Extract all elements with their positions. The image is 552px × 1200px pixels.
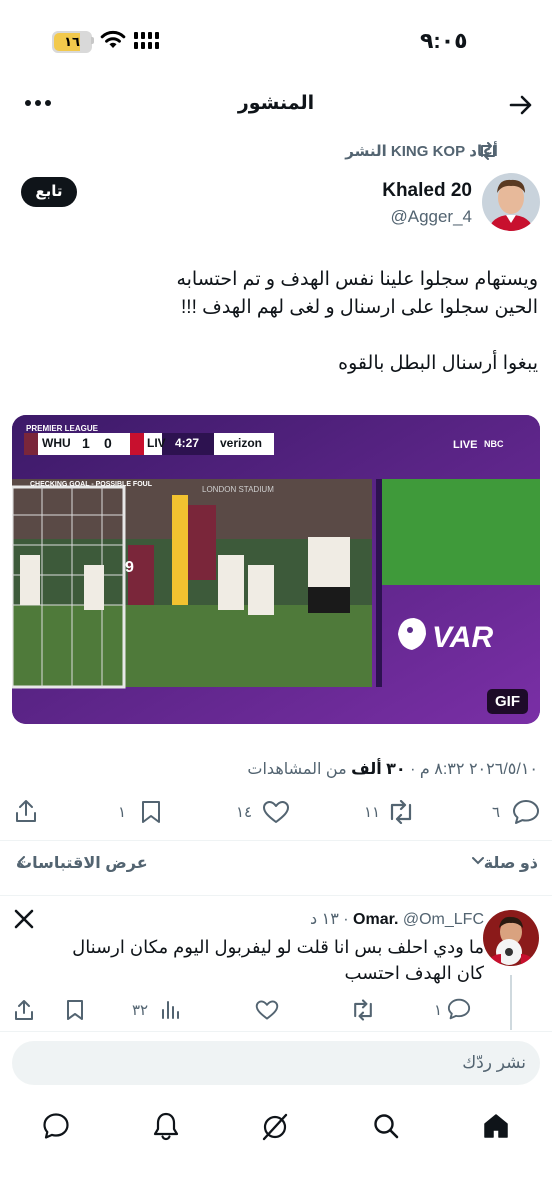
search-icon[interactable]	[372, 1112, 400, 1140]
reply-reply-icon[interactable]	[447, 998, 471, 1020]
reply-reply-count: ١	[434, 1002, 443, 1019]
sponsor-label: verizon	[220, 436, 263, 450]
reply-time: ١٣ د	[310, 911, 339, 928]
share-icon[interactable]	[14, 798, 38, 824]
var-label: VAR	[432, 621, 494, 654]
reply-author-name[interactable]: Omar.	[353, 911, 398, 928]
battery-tip	[91, 37, 94, 44]
reply-share-icon[interactable]	[14, 999, 34, 1021]
views-icon[interactable]	[160, 998, 180, 1020]
player-number: 9	[125, 559, 134, 576]
away-score: 0	[104, 435, 112, 451]
repost-action-icon[interactable]	[386, 800, 416, 824]
live-label: LIVE	[453, 439, 478, 451]
home-icon[interactable]	[482, 1112, 510, 1140]
reply-separator: ·	[343, 911, 349, 928]
reply-bookmark-icon[interactable]	[66, 999, 84, 1021]
home-team: WHU	[42, 436, 71, 450]
reply-count: ٦	[492, 804, 501, 821]
tweet-text-line: الحين سجلوا على ارسنال و لغى لهم الهدف !…	[181, 297, 538, 318]
reply-header: Omar. @Om_LFC · ١٣ د	[310, 909, 484, 929]
view-quotes-link[interactable]: عرض الاقتباسات	[16, 853, 148, 873]
network-label: NBC	[484, 439, 504, 449]
views-count: ٣٠ ألف	[351, 761, 406, 778]
follow-button[interactable]: تابع	[21, 177, 77, 207]
views-label: من المشاهدات	[247, 761, 347, 778]
messages-icon[interactable]	[42, 1112, 70, 1140]
bookmark-count: ١	[118, 804, 127, 821]
reply-like-icon[interactable]	[255, 999, 279, 1021]
check-banner: CHECKING GOAL - POSSIBLE FOUL	[30, 481, 152, 488]
thread-line	[510, 975, 512, 1030]
page-title: المنشور	[237, 93, 315, 114]
author-name[interactable]: Khaled 20	[382, 180, 472, 202]
reply-repost-icon[interactable]	[350, 999, 376, 1021]
like-icon[interactable]	[262, 800, 290, 824]
away-team: LIV	[147, 436, 166, 450]
status-time: ٩:٠٥	[420, 28, 468, 53]
bookmark-icon[interactable]	[140, 799, 162, 825]
match-clock: 4:27	[175, 436, 200, 450]
repost-count: ١١	[364, 804, 381, 821]
tweet-text-line: يبغوا أرسنال البطل بالقوه	[338, 353, 538, 374]
divider	[0, 895, 552, 896]
battery-icon: ١٦	[52, 31, 92, 53]
reply-placeholder: نشر ردّك	[462, 1053, 526, 1072]
gif-badge: GIF	[487, 689, 528, 714]
author-avatar[interactable]	[482, 173, 540, 231]
bell-icon[interactable]	[152, 1111, 180, 1141]
reply-views-count: ٣٢	[132, 1002, 149, 1019]
media-frame	[12, 415, 540, 724]
grok-icon[interactable]	[260, 1112, 290, 1142]
reply-text: ما ودي احلف بس انا قلت لو ليفربول اليوم …	[72, 937, 484, 983]
meta-separator: ·	[410, 761, 416, 778]
back-arrow-icon[interactable]	[509, 94, 533, 116]
competition-label: PREMIER LEAGUE	[26, 424, 99, 433]
divider	[0, 1031, 552, 1032]
author-handle[interactable]: @Agger_4	[390, 207, 472, 227]
divider	[0, 840, 552, 841]
like-count: ١٤	[236, 804, 253, 821]
chevron-down-icon[interactable]	[472, 856, 484, 866]
tweet-text: ويستهام سجلوا علينا نفس الهدف و تم احتسا…	[20, 266, 538, 378]
repost-icon	[478, 142, 498, 160]
wifi-icon	[100, 30, 126, 50]
tweet-media[interactable]: PREMIER LEAGUE WHU 1 0 LIV 4:27 verizon …	[12, 415, 540, 724]
reply-composer[interactable]: نشر ردّك	[12, 1041, 540, 1085]
tweet-meta: ٢٠٢٦/٥/١٠ ٨:٣٢ م · ٣٠ ألف من المشاهدات	[247, 759, 538, 779]
stadium-board: LONDON STADIUM	[202, 485, 274, 494]
tweet-text-line: ويستهام سجلوا علينا نفس الهدف و تم احتسا…	[176, 269, 538, 290]
x-logo-icon	[14, 909, 34, 929]
battery-level: ١٦	[64, 34, 80, 49]
related-label[interactable]: ذو صلة	[484, 853, 538, 873]
reply-avatar[interactable]	[483, 910, 539, 966]
repost-indicator[interactable]: أعاد KING KOP النشر	[345, 142, 498, 160]
chevron-left-icon[interactable]	[16, 856, 26, 868]
timestamp: ٢٠٢٦/٥/١٠ ٨:٣٢ م	[419, 761, 538, 778]
signal-icon	[134, 30, 162, 50]
reply-author-handle[interactable]: @Om_LFC	[403, 911, 484, 928]
home-score: 1	[82, 435, 90, 451]
reply-icon[interactable]	[512, 799, 540, 825]
